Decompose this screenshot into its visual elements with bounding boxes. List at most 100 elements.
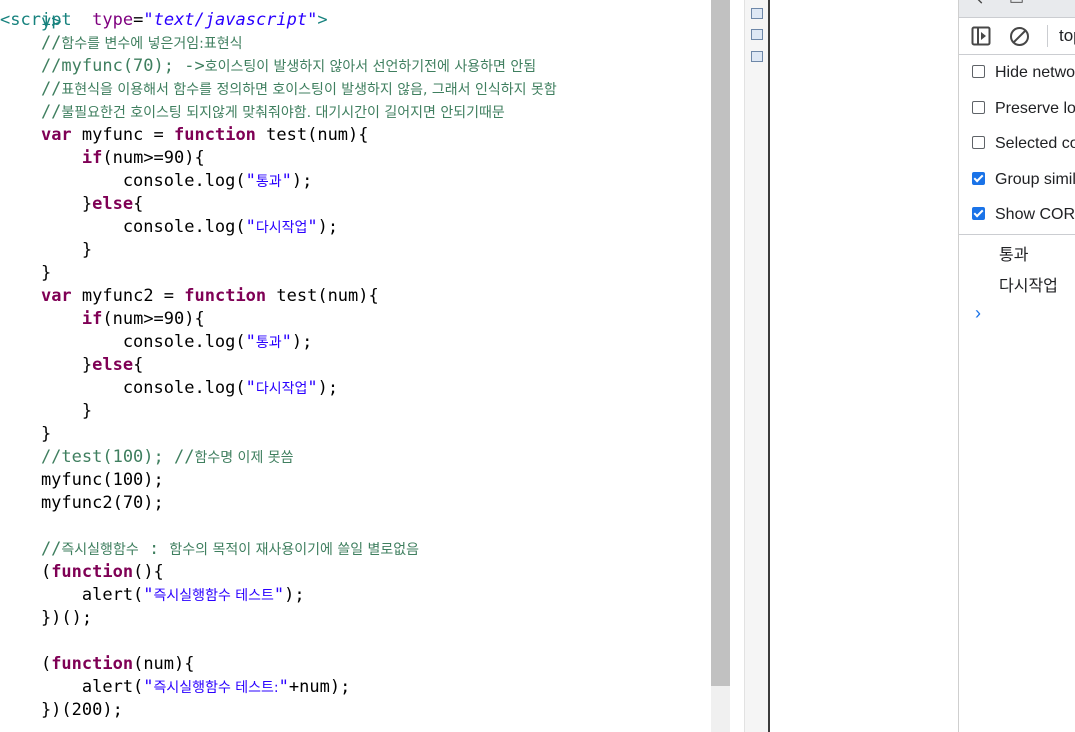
code-token: else	[92, 194, 134, 214]
code-token: "	[281, 332, 292, 352]
code-token: if	[81, 148, 103, 168]
setting-label: Hide network	[995, 64, 1075, 81]
code-line: }else{	[0, 193, 143, 216]
code-line: console.log("통과");	[0, 170, 313, 193]
setting-option[interactable]: Preserve log	[972, 98, 1075, 120]
setting-option[interactable]: Selected context only	[972, 133, 1075, 155]
code-token: "	[278, 677, 289, 697]
code-token: 즉시실행함수	[61, 542, 139, 558]
code-token: =	[133, 10, 144, 30]
clear-console-icon[interactable]	[1009, 26, 1030, 47]
code-line: console.log("다시작업");	[0, 216, 338, 239]
code-line: //표현식을 이용해서 함수를 정의하면 호이스팅이 발생하지 않음, 그래서 …	[0, 78, 557, 101]
code-token: if	[81, 309, 103, 329]
code-line: }	[0, 400, 92, 423]
code-line: })(200);	[0, 699, 123, 722]
code-token: 통과	[255, 335, 282, 351]
code-token: {	[133, 194, 144, 214]
code-token: >	[317, 10, 328, 30]
code-token: "	[245, 332, 256, 352]
code-token: alert(	[0, 677, 144, 697]
code-line: myfunc(100);	[0, 469, 164, 492]
console-prompt-icon[interactable]: ›	[975, 303, 981, 324]
device-toggle-icon[interactable]: ▭	[1009, 0, 1024, 10]
code-line: console.log("다시작업");	[0, 377, 338, 400]
inspect-element-icon[interactable]: ↖	[971, 0, 984, 10]
code-token: //myfunc(70); ->	[0, 56, 205, 76]
code-token: function	[174, 125, 256, 145]
code-token: 다시작업	[255, 381, 308, 397]
code-token: myfunc(100);	[0, 470, 164, 490]
code-token: 즉시실행함수 테스트	[153, 588, 274, 604]
code-token: 표현식을 이용해서 함수를 정의하면 호이스팅이 발생하지 않음, 그래서 인식…	[61, 82, 557, 98]
code-line: (function(){	[0, 561, 164, 584]
code-token: test(num){	[266, 286, 379, 306]
context-selector[interactable]: top	[1059, 26, 1075, 46]
quick-diff-icon[interactable]	[751, 51, 763, 62]
code-token: alert(	[0, 585, 144, 605]
code-token: console.log(	[0, 378, 246, 398]
code-token: (){	[133, 562, 164, 582]
setting-label: Show CORS errors in console	[995, 206, 1075, 224]
code-line: }	[0, 262, 51, 285]
code-token: (num>=90){	[102, 148, 205, 168]
setting-option[interactable]: Group similar messages in console	[972, 169, 1075, 191]
code-token: //	[0, 102, 62, 122]
code-line: //test(100); //함수명 이제 못씀	[0, 446, 294, 469]
checkbox[interactable]	[972, 136, 985, 150]
devtools-tab-strip: ↖ ▭	[959, 0, 1075, 18]
code-token: })(200);	[0, 700, 123, 720]
task-icon[interactable]	[751, 8, 763, 19]
console-log-message: 통과	[999, 247, 1029, 264]
code-token: console.log(	[0, 332, 246, 352]
devtools-console-panel: ↖ ▭ top Hide network Preserve log Selected…	[958, 0, 1075, 732]
code-line: //불필요한건 호이스팅 되지않게 맞춰줘야함. 대기시간이 길어지면 안되기때…	[0, 101, 505, 124]
code-token: 함수명 이제 못씀	[194, 450, 294, 466]
code-line: //함수를 변수에 넣은거임:표현식	[0, 32, 243, 55]
code-token: :	[138, 539, 170, 559]
code-token: "	[273, 585, 285, 605]
console-toolbar: top	[959, 17, 1075, 55]
checkbox[interactable]	[972, 207, 985, 221]
overview-ruler	[730, 0, 744, 732]
setting-label: Selected context only	[995, 135, 1075, 153]
code-editor[interactable]: y> <script type="text/javascript"> //함수를…	[0, 0, 711, 732]
scrollbar-thumb[interactable]	[711, 0, 730, 686]
code-token: 함수의 목적이 재사용이기에 쓸일 별로없음	[169, 542, 420, 558]
checkbox[interactable]	[972, 65, 985, 78]
code-token: })();	[0, 608, 93, 628]
code-token: 통과	[255, 174, 282, 190]
code-line: }	[0, 423, 51, 446]
code-token: console.log(	[0, 171, 246, 191]
sidebar-toggle-icon[interactable]	[971, 26, 991, 46]
code-token: "	[245, 378, 256, 398]
code-token: myfunc2 =	[71, 286, 185, 306]
code-token: "	[143, 585, 154, 605]
checkbox[interactable]	[972, 100, 985, 114]
code-token: "	[281, 171, 292, 191]
bookmark-icon[interactable]	[751, 29, 763, 40]
setting-option[interactable]: Hide network	[972, 62, 1075, 84]
code-line: }else{	[0, 354, 143, 377]
code-token: else	[92, 355, 134, 375]
code-token: //test(100); //	[0, 447, 195, 467]
code-token: );	[284, 585, 305, 605]
code-token: var	[40, 286, 72, 306]
code-token: function	[51, 654, 134, 674]
annotation-bar	[744, 0, 769, 732]
code-token: script	[10, 10, 72, 30]
code-token: //	[0, 539, 62, 559]
code-token: (	[0, 562, 52, 582]
vertical-scrollbar[interactable]	[711, 0, 730, 732]
code-line: <script type="text/javascript">	[0, 9, 328, 32]
checkbox[interactable]	[972, 171, 985, 185]
settings-divider	[959, 234, 1075, 235]
setting-option[interactable]: Show CORS errors in console	[972, 204, 1075, 226]
code-token: "	[245, 217, 256, 237]
code-token: );	[317, 378, 339, 398]
code-line: }	[0, 239, 92, 262]
code-token: "	[307, 378, 318, 398]
code-token: "	[245, 171, 256, 191]
code-token: );	[291, 332, 313, 352]
